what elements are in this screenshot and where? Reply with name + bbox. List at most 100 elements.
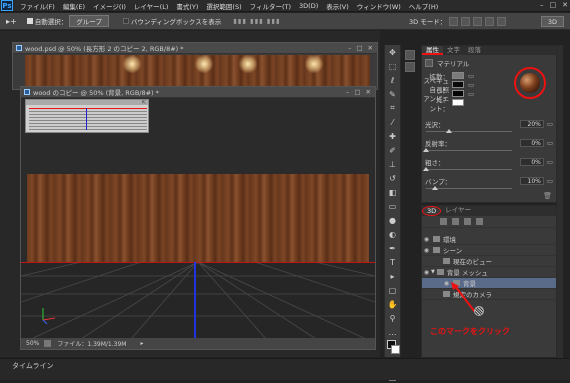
folder-icon[interactable]: ▭ [468,90,474,98]
marquee-tool-icon[interactable]: ⬚ [387,60,399,72]
specular-swatch[interactable] [452,81,464,88]
scale-3d-icon[interactable] [497,16,507,26]
list-item[interactable]: 現在のビュー [422,256,556,267]
timeline-label[interactable]: タイムライン [12,361,54,371]
reflection-slider[interactable] [423,148,512,152]
annotation-target-icon[interactable] [474,306,484,316]
filter-light-icon[interactable] [476,218,483,225]
wood-canvas[interactable] [25,55,370,90]
menu-help[interactable]: ヘルプ(H) [405,1,442,11]
history-brush-tool-icon[interactable]: ↺ [387,172,399,184]
tab-character[interactable]: 文字 [443,46,464,55]
clone-stamp-tool-icon[interactable]: ⊥ [387,158,399,170]
menu-image[interactable]: イメージ(I) [89,1,130,11]
menu-layer[interactable]: レイヤー(L) [130,1,173,11]
folder-icon[interactable]: ▭ [547,158,553,166]
color-swatches[interactable] [385,340,400,356]
menu-3d[interactable]: 3D(D) [295,2,322,10]
brush-tool-icon[interactable]: ✐ [387,144,399,156]
type-tool-icon[interactable]: T [387,256,399,268]
navigator-close-icon[interactable]: ⇱ [142,100,146,106]
folder-icon[interactable]: ▭ [547,177,553,185]
folder-icon[interactable]: ▭ [468,72,474,80]
pan-3d-icon[interactable] [473,16,483,26]
list-item[interactable]: 規定のカメラ [422,289,556,300]
auto-select-checkbox[interactable]: 自動選択： [26,16,67,26]
roughness-value[interactable]: 0% [519,157,544,166]
trash-icon[interactable]: 🗑 [543,192,552,200]
background-color[interactable] [391,345,400,354]
ambient-swatch[interactable] [452,99,464,106]
minimize-icon[interactable]: – [346,88,349,96]
tab-layers[interactable]: レイヤー [441,206,475,216]
expand-triangle-icon[interactable]: ▼ [431,269,435,275]
panel-scrollbar[interactable] [557,45,563,358]
eraser-tool-icon[interactable]: ◧ [387,186,399,198]
mini-navigator[interactable]: ⇱ [25,99,149,133]
workspace-select[interactable]: 3D [540,16,564,27]
axis-gizmo-icon[interactable] [37,304,59,326]
eye-icon[interactable]: ◉ [422,236,431,243]
menu-type[interactable]: 書式(Y) [172,1,202,11]
path-select-tool-icon[interactable]: ▸ [387,270,399,282]
maximize-icon[interactable]: □ [354,88,360,96]
blur-tool-icon[interactable]: ● [387,214,399,226]
bump-value[interactable]: 10% [519,176,544,185]
menu-window[interactable]: ウィンドウ(W) [353,1,405,11]
hand-tool-icon[interactable]: ✋ [387,298,399,310]
3d-canvas[interactable]: ⇱ [21,98,375,339]
auto-select-dropdown[interactable]: グループ [69,15,109,27]
crop-tool-icon[interactable]: ⌗ [387,102,399,114]
zoom-level[interactable]: 50% [21,340,44,347]
status-arrow-icon[interactable]: ▸ [140,340,143,347]
filter-material-icon[interactable] [464,218,471,225]
shine-value[interactable]: 20% [519,119,544,128]
healing-tool-icon[interactable]: ✚ [387,130,399,142]
roughness-slider[interactable] [423,167,512,171]
bounding-box-checkbox[interactable]: バウンディングボックスを表示 [122,16,221,26]
tab-properties[interactable]: 属性 [422,46,443,55]
zoom-tool-icon[interactable]: ⚲ [387,312,399,324]
list-item-selected[interactable]: ◉ 背景 [422,278,556,289]
roll-3d-icon[interactable] [461,16,471,26]
list-item[interactable]: ◉ 環境 [422,234,556,245]
close-icon[interactable]: ✕ [562,1,568,9]
menu-file[interactable]: ファイル(F) [16,1,59,11]
folder-icon[interactable]: ▭ [468,81,474,89]
close-icon[interactable]: ✕ [366,88,371,96]
menu-select[interactable]: 選択範囲(S) [202,1,245,11]
list-item[interactable]: ◉ シーン [422,245,556,256]
brush-panel-icon[interactable] [405,62,415,72]
minimize-icon[interactable]: – [348,44,351,52]
eyedropper-tool-icon[interactable]: ⁄ [387,116,399,128]
folder-icon[interactable]: ▭ [547,139,553,147]
dodge-tool-icon[interactable]: ◐ [387,228,399,240]
pen-tool-icon[interactable]: ✒ [387,242,399,254]
gradient-tool-icon[interactable]: ▭ [387,200,399,212]
tab-3d[interactable]: 3D [422,206,442,216]
tab-paragraph[interactable]: 段落 [464,46,485,55]
shine-slider[interactable] [426,129,512,133]
share-icon[interactable] [44,340,52,347]
folder-icon[interactable]: ▭ [547,120,553,128]
filter-scene-icon[interactable] [440,218,447,225]
close-icon[interactable]: ✕ [368,44,373,52]
menu-edit[interactable]: 編集(E) [59,1,89,11]
illumination-swatch[interactable] [452,90,464,97]
document-tab[interactable]: wood.psd @ 50% (長方形 2 のコピー 2, RGB/8#) * … [13,43,377,54]
rotate-3d-icon[interactable] [449,16,459,26]
shape-tool-icon[interactable]: ▢ [387,284,399,296]
document-tab[interactable]: wood のコピー @ 50% (背景, RGB/8#) * – □ ✕ [21,87,375,98]
wood-wall[interactable] [27,174,369,264]
menu-view[interactable]: 表示(V) [322,1,353,11]
history-panel-icon[interactable] [405,50,415,60]
move-tool-icon[interactable]: ✥ [387,46,399,58]
reflection-value[interactable]: 0% [519,138,544,147]
diffuse-swatch[interactable] [452,72,464,79]
eye-icon[interactable]: ◉ [422,269,431,276]
lasso-tool-icon[interactable]: ℓ [387,74,399,86]
maximize-icon[interactable]: □ [550,1,557,9]
slide-3d-icon[interactable] [485,16,495,26]
move-tool-icon[interactable]: ▸+ [6,17,17,26]
align-icons[interactable]: ▮▮▮ ▮▮▮ ▮▮▮ [233,17,280,25]
